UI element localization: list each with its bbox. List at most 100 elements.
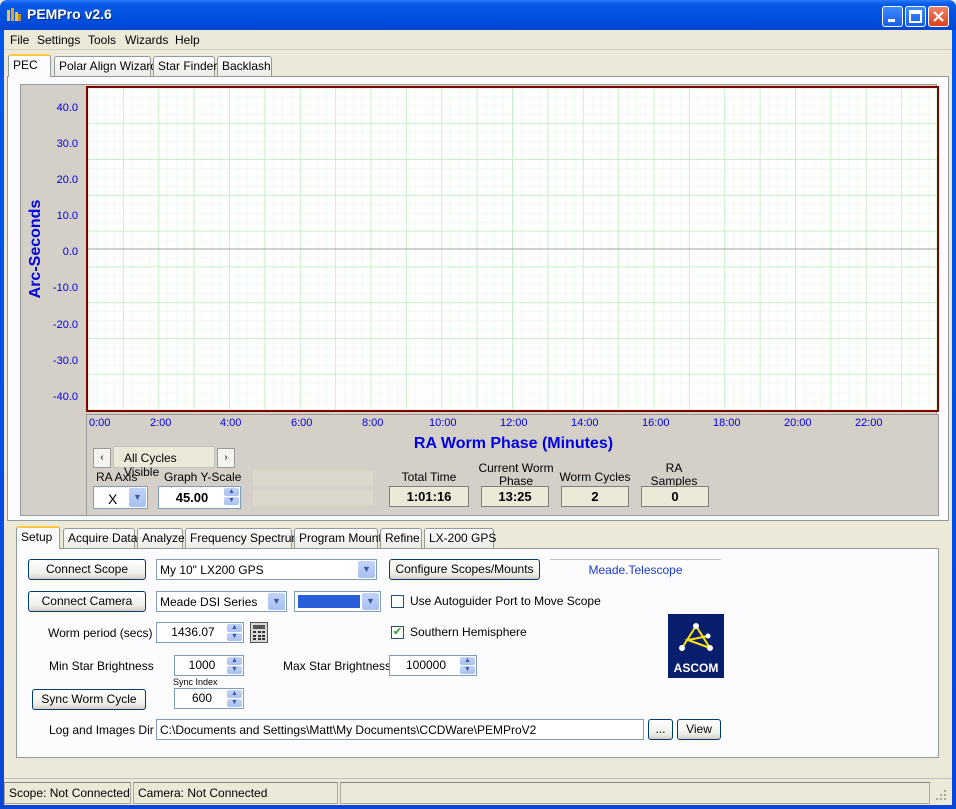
spin-down-icon[interactable]: ▼ (227, 633, 242, 641)
y-scale-spinner[interactable]: 45.00 ▲ ▼ (158, 486, 241, 509)
configure-scopes-button[interactable]: Configure Scopes/Mounts (389, 559, 540, 580)
spin-up-icon[interactable]: ▲ (227, 690, 242, 698)
y-tick: 20.0 (56, 174, 78, 186)
x-tick: 8:00 (362, 417, 384, 429)
calculator-icon[interactable] (250, 622, 268, 643)
menu-file[interactable]: File (10, 33, 29, 47)
y-scale-value: 45.00 (175, 490, 209, 505)
browse-button[interactable]: ... (648, 719, 673, 740)
total-time-label: Total Time (401, 470, 457, 484)
x-tick: 20:00 (784, 417, 812, 429)
sync-index-spinner[interactable]: 600 ▲ ▼ (174, 688, 244, 709)
worm-period-label: Worm period (secs) (48, 626, 153, 640)
ascom-logo-text: ASCOM (674, 661, 719, 675)
y-tick: -10.0 (52, 282, 78, 294)
chevron-right-icon: › (224, 452, 228, 463)
x-tick: 10:00 (429, 417, 457, 429)
camera-select[interactable]: Meade DSI Series ▼ (156, 591, 287, 612)
setup-panel: Connect Scope My 10" LX200 GPS ▼ Configu… (16, 548, 939, 758)
menu-tools[interactable]: Tools (88, 33, 116, 47)
spin-up-icon[interactable]: ▲ (227, 657, 242, 665)
autoguider-label: Use Autoguider Port to Move Scope (410, 594, 601, 608)
tab-backlash[interactable]: Backlash (217, 56, 272, 76)
spin-down-icon[interactable]: ▼ (224, 497, 239, 505)
color-swatch (298, 595, 360, 608)
connect-scope-button[interactable]: Connect Scope (28, 559, 146, 580)
x-tick: 2:00 (150, 417, 172, 429)
spinner-arrows[interactable]: ▲ ▼ (227, 624, 242, 641)
plot-grid (87, 87, 938, 411)
sync-worm-cycle-button[interactable]: Sync Worm Cycle (32, 689, 146, 710)
close-button[interactable] (928, 6, 949, 27)
camera-color-select[interactable]: ▼ (294, 591, 381, 612)
menu-help[interactable]: Help (175, 33, 200, 47)
maximize-button[interactable] (905, 6, 926, 27)
minimize-icon (888, 19, 895, 22)
x-tick: 14:00 (571, 417, 599, 429)
min-star-spinner[interactable]: 1000 ▲ ▼ (174, 655, 244, 676)
tab-acquire-data[interactable]: Acquire Data (63, 528, 137, 548)
spin-down-icon[interactable]: ▼ (227, 699, 242, 707)
tab-setup[interactable]: Setup (16, 526, 60, 549)
worm-period-spinner[interactable]: 1436.07 ▲ ▼ (156, 622, 244, 643)
view-button[interactable]: View (677, 719, 721, 740)
y-scale-label: Graph Y-Scale (164, 470, 242, 484)
chevron-down-icon: ▼ (129, 488, 146, 507)
tab-lx200-gps[interactable]: LX-200 GPS (424, 528, 496, 548)
tab-refine[interactable]: Refine (380, 528, 422, 548)
status-field-1 (253, 470, 373, 486)
y-tick: 10.0 (56, 210, 78, 222)
resize-grip-icon[interactable] (934, 788, 948, 802)
y-tick: 30.0 (56, 138, 78, 150)
spinner-arrows[interactable]: ▲ ▼ (460, 657, 475, 674)
prev-cycle-button[interactable]: ‹ (93, 448, 111, 468)
scope-select[interactable]: My 10" LX200 GPS ▼ (156, 559, 377, 580)
ra-axis-label: RA Axis (96, 470, 138, 484)
app-icon (7, 8, 21, 21)
ra-axis-select[interactable]: X ▼ (93, 486, 148, 509)
sync-index-value: 600 (191, 691, 213, 705)
chevron-down-icon: ▼ (358, 561, 375, 578)
spin-up-icon[interactable]: ▲ (224, 488, 239, 496)
spinner-arrows[interactable]: ▲ ▼ (227, 690, 242, 707)
tab-polar-align-wizard[interactable]: Polar Align Wizard (54, 56, 157, 76)
menu-settings[interactable]: Settings (37, 33, 80, 47)
spin-down-icon[interactable]: ▼ (227, 666, 242, 674)
spinner-arrows[interactable]: ▲ ▼ (227, 657, 242, 674)
window-title: PEMPro v2.6 (27, 6, 112, 22)
chevron-down-icon: ▼ (362, 593, 379, 610)
spin-up-icon[interactable]: ▲ (227, 624, 242, 632)
y-tick: 0.0 (62, 246, 78, 258)
title-bar[interactable]: PEMPro v2.6 (0, 0, 956, 30)
driver-name: Meade.Telescope (550, 559, 721, 580)
worm-cycles-value: 2 (561, 486, 629, 507)
tab-frequency-spectrum[interactable]: Frequency Spectrum (185, 528, 301, 548)
chevron-left-icon: ‹ (100, 452, 104, 463)
minimize-button[interactable] (882, 6, 903, 27)
ascom-logo: ASCOM (668, 614, 724, 678)
southern-hemisphere-label: Southern Hemisphere (410, 625, 527, 639)
tab-star-finder[interactable]: Star Finder (153, 56, 217, 76)
tab-program-mount[interactable]: Program Mount (294, 528, 382, 548)
chevron-down-icon: ▼ (268, 593, 285, 610)
worm-phase-label: Current Worm (478, 461, 554, 475)
checkmark-icon: ✔ (392, 626, 403, 638)
worm-period-value: 1436.07 (171, 625, 215, 639)
connect-camera-button[interactable]: Connect Camera (28, 591, 146, 612)
worm-phase-value: 13:25 (481, 486, 549, 507)
spin-up-icon[interactable]: ▲ (460, 657, 475, 665)
spinner-arrows[interactable]: ▲ ▼ (224, 488, 239, 507)
log-dir-input[interactable]: C:\Documents and Settings\Matt\My Docume… (156, 719, 644, 740)
spin-down-icon[interactable]: ▼ (460, 666, 475, 674)
next-cycle-button[interactable]: › (217, 448, 235, 468)
southern-hemisphere-checkbox[interactable]: ✔ (391, 626, 404, 639)
x-tick: 22:00 (855, 417, 883, 429)
tab-analyze[interactable]: Analyze (137, 528, 185, 548)
plot-area[interactable] (86, 86, 939, 412)
menu-wizards[interactable]: Wizards (125, 33, 168, 47)
tab-pec[interactable]: PEC (8, 54, 51, 77)
max-star-value: 100000 (405, 658, 447, 672)
max-star-spinner[interactable]: 100000 ▲ ▼ (389, 655, 477, 676)
autoguider-checkbox[interactable] (391, 595, 404, 608)
close-icon (933, 11, 944, 22)
